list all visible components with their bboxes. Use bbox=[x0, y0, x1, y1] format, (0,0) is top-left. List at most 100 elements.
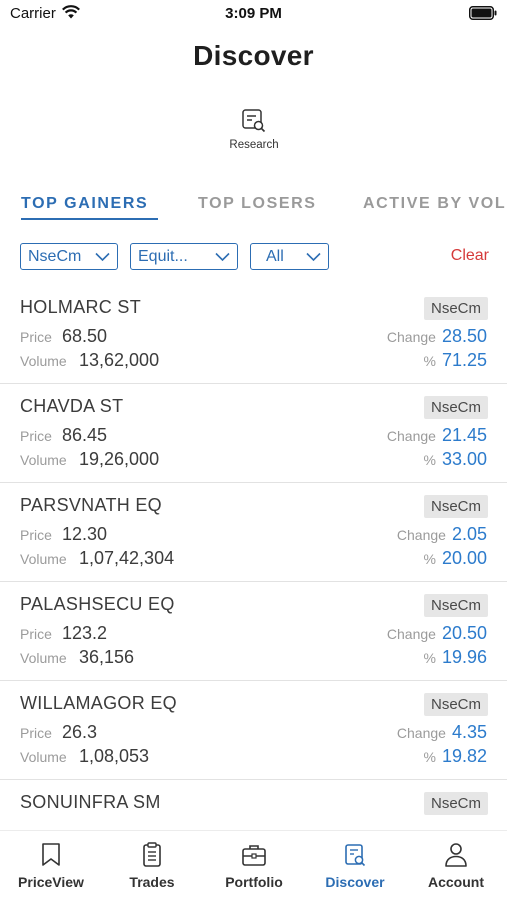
percent-value: 19.96 bbox=[441, 647, 487, 667]
research-button[interactable]: Research bbox=[213, 105, 295, 157]
tab-label: Discover bbox=[325, 874, 385, 890]
change-value: 28.50 bbox=[441, 326, 487, 346]
change-group: Change 28.50 bbox=[387, 326, 487, 347]
stock-symbol: WILLAMAGOR EQ bbox=[20, 693, 177, 713]
percent-value: 71.25 bbox=[441, 350, 487, 370]
percent-group: % 19.82 bbox=[424, 746, 488, 767]
chevron-down-icon bbox=[215, 252, 230, 262]
tab-label: Trades bbox=[129, 874, 175, 890]
exchange-filter-dropdown[interactable]: NseCm bbox=[20, 243, 118, 270]
tab-portfolio[interactable]: Portfolio bbox=[203, 841, 305, 890]
percent-label: % bbox=[423, 749, 436, 765]
stock-row[interactable]: CHAVDA ST NseCm Price 86.45 Volume 19,26… bbox=[0, 384, 507, 483]
percent-group: % 33.00 bbox=[424, 449, 488, 470]
change-label: Change bbox=[396, 527, 446, 543]
tab-label: Account bbox=[428, 874, 484, 890]
volume-value: 13,62,000 bbox=[79, 350, 160, 370]
stock-row[interactable]: SONUINFRA SM NseCm bbox=[0, 780, 507, 830]
percent-value: 33.00 bbox=[441, 449, 487, 469]
stock-symbol: PARSVNATH EQ bbox=[20, 495, 162, 515]
change-group: Change 2.05 bbox=[397, 524, 487, 545]
filter-bar: NseCm Equit... All Clear bbox=[0, 243, 507, 271]
stock-row[interactable]: PARSVNATH EQ NseCm Price 12.30 Volume 1,… bbox=[0, 483, 507, 582]
percent-label: % bbox=[423, 551, 436, 567]
price-label: Price bbox=[20, 527, 52, 543]
status-bar: Carrier 3:09 PM bbox=[0, 0, 507, 28]
tab-top-losers[interactable]: TOP LOSERS bbox=[198, 195, 317, 213]
research-doc-search-icon bbox=[242, 109, 266, 133]
volume-label: Volume bbox=[20, 452, 67, 468]
percent-value: 20.00 bbox=[441, 548, 487, 568]
percent-group: % 71.25 bbox=[424, 350, 488, 371]
exchange-badge: NseCm bbox=[423, 495, 488, 518]
volume-value: 1,07,42,304 bbox=[79, 548, 175, 568]
bookmark-icon bbox=[42, 843, 60, 866]
bottom-tab-bar: PriceView Trades Portfolio Discover Acco… bbox=[0, 830, 507, 900]
price-label: Price bbox=[20, 428, 52, 444]
page-title: Discover bbox=[193, 40, 314, 71]
stock-symbol: HOLMARC ST bbox=[20, 297, 142, 317]
price-value: 26.3 bbox=[62, 722, 98, 742]
clipboard-icon bbox=[143, 842, 161, 867]
research-label: Research bbox=[229, 139, 279, 151]
exchange-badge: NseCm bbox=[423, 396, 488, 419]
segment-filter-value: Equit... bbox=[138, 247, 188, 265]
clear-filters-button[interactable]: Clear bbox=[451, 247, 489, 265]
tab-discover[interactable]: Discover bbox=[304, 841, 406, 890]
active-tab-indicator bbox=[21, 218, 158, 220]
price-value: 86.45 bbox=[62, 425, 108, 445]
volume-label: Volume bbox=[20, 353, 67, 369]
percent-group: % 20.00 bbox=[424, 548, 488, 569]
change-label: Change bbox=[386, 626, 436, 642]
tab-label: PriceView bbox=[18, 874, 84, 890]
exchange-badge: NseCm bbox=[423, 792, 488, 815]
stock-symbol: SONUINFRA SM bbox=[20, 792, 161, 812]
exchange-filter-value: NseCm bbox=[28, 247, 82, 265]
price-value: 68.50 bbox=[62, 326, 108, 346]
tab-trades[interactable]: Trades bbox=[101, 841, 203, 890]
tab-priceview[interactable]: PriceView bbox=[0, 841, 102, 890]
stock-row[interactable]: HOLMARC ST NseCm Price 68.50 Volume 13,6… bbox=[0, 285, 507, 384]
percent-value: 19.82 bbox=[441, 746, 487, 766]
market-tabs: TOP GAINERS TOP LOSERS ACTIVE BY VOLUME bbox=[0, 192, 507, 222]
stock-row[interactable]: WILLAMAGOR EQ NseCm Price 26.3 Volume 1,… bbox=[0, 681, 507, 780]
volume-value: 36,156 bbox=[79, 647, 135, 667]
change-label: Change bbox=[386, 329, 436, 345]
change-group: Change 4.35 bbox=[397, 722, 487, 743]
stock-row[interactable]: PALASHSECU EQ NseCm Price 123.2 Volume 3… bbox=[0, 582, 507, 681]
stock-list: HOLMARC ST NseCm Price 68.50 Volume 13,6… bbox=[0, 285, 507, 830]
price-value: 12.30 bbox=[62, 524, 108, 544]
volume-label: Volume bbox=[20, 749, 67, 765]
change-value: 2.05 bbox=[451, 524, 487, 544]
group-filter-dropdown[interactable]: All bbox=[250, 243, 329, 270]
person-icon bbox=[445, 843, 467, 867]
tab-account[interactable]: Account bbox=[405, 841, 507, 890]
change-group: Change 20.50 bbox=[387, 623, 487, 644]
segment-filter-dropdown[interactable]: Equit... bbox=[130, 243, 238, 270]
volume-value: 1,08,053 bbox=[79, 746, 150, 766]
briefcase-icon bbox=[242, 845, 266, 866]
volume-label: Volume bbox=[20, 551, 67, 567]
discover-doc-search-icon bbox=[345, 844, 366, 867]
change-group: Change 21.45 bbox=[387, 425, 487, 446]
chevron-down-icon bbox=[306, 252, 321, 262]
price-label: Price bbox=[20, 329, 52, 345]
tab-label: Portfolio bbox=[225, 874, 283, 890]
exchange-badge: NseCm bbox=[423, 297, 488, 320]
tab-top-gainers[interactable]: TOP GAINERS bbox=[21, 195, 148, 213]
change-label: Change bbox=[396, 725, 446, 741]
change-value: 21.45 bbox=[441, 425, 487, 445]
percent-label: % bbox=[423, 353, 436, 369]
battery-icon bbox=[469, 6, 497, 20]
change-label: Change bbox=[386, 428, 436, 444]
group-filter-value: All bbox=[266, 247, 284, 265]
exchange-badge: NseCm bbox=[423, 594, 488, 617]
change-value: 20.50 bbox=[441, 623, 487, 643]
exchange-badge: NseCm bbox=[423, 693, 488, 716]
price-label: Price bbox=[20, 725, 52, 741]
price-label: Price bbox=[20, 626, 52, 642]
status-time: 3:09 PM bbox=[225, 5, 282, 22]
change-value: 4.35 bbox=[451, 722, 487, 742]
percent-label: % bbox=[423, 650, 436, 666]
tab-active-by-volume[interactable]: ACTIVE BY VOLUME bbox=[363, 195, 507, 213]
